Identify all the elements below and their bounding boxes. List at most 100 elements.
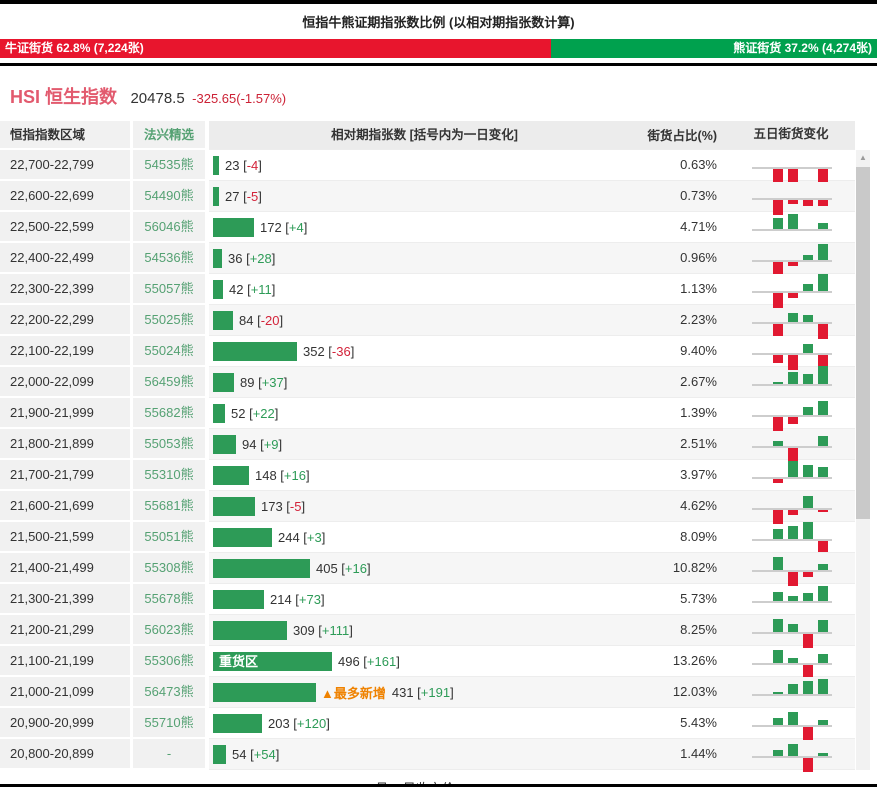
- five-day-bar: [788, 712, 798, 725]
- certificate-code-link[interactable]: 55306熊: [133, 646, 209, 677]
- certificate-code-link[interactable]: 55053熊: [133, 429, 209, 460]
- contracts-bar: [213, 465, 249, 485]
- one-day-change: +111: [321, 622, 350, 638]
- certificate-code-link[interactable]: 54536熊: [133, 243, 209, 274]
- five-day-bar: [788, 372, 798, 384]
- table-body: 22,700-22,799 54535熊 23 [-4] 0.63% 22,600-22…: [0, 150, 877, 772]
- five-day-chart-cell: [727, 460, 855, 491]
- certificate-code-link[interactable]: 55057熊: [133, 274, 209, 305]
- contracts-bar: [213, 682, 316, 702]
- five-day-bar: [803, 344, 813, 353]
- table-row: 21,900-21,999 55682熊 52 [+22] 1.39%: [0, 398, 877, 431]
- certificate-code-link[interactable]: 56459熊: [133, 367, 209, 398]
- certificate-code-link[interactable]: 55710熊: [133, 708, 209, 739]
- five-day-bar: [773, 692, 783, 694]
- one-day-change: +161: [366, 653, 397, 669]
- bear-ratio-segment: 熊证街货 37.2% (4,274张): [550, 39, 877, 58]
- five-day-bar: [818, 355, 828, 366]
- certificate-code-link[interactable]: 55051熊: [133, 522, 209, 553]
- contracts-value: 431 [+191]: [391, 684, 454, 700]
- five-day-bar: [788, 572, 798, 586]
- certificate-code-link[interactable]: 55024熊: [133, 336, 209, 367]
- certificate-code-link[interactable]: 56023熊: [133, 615, 209, 646]
- outstanding-pct-cell: 5.43%: [640, 708, 727, 739]
- certificate-code-link[interactable]: 54490熊: [133, 181, 209, 212]
- certificate-code-link[interactable]: 55681熊: [133, 491, 209, 522]
- certificate-code-link[interactable]: 56473熊: [133, 677, 209, 708]
- index-range-cell: 22,600-22,699: [0, 181, 133, 212]
- certificate-code-link[interactable]: 55678熊: [133, 584, 209, 615]
- outstanding-pct-cell: 13.26%: [640, 646, 727, 677]
- table-row: 21,000-21,099 56473熊 ▲最多新增 431 [+191] 12.03%: [0, 677, 877, 708]
- five-day-bar: [773, 355, 783, 363]
- index-range-cell: 21,300-21,399: [0, 584, 133, 615]
- relative-contracts-cell: 27 [-5]: [209, 181, 640, 212]
- contracts-value: 214 [+73]: [270, 591, 325, 607]
- contracts-bar: [213, 341, 297, 361]
- outstanding-pct-cell: 1.39%: [640, 398, 727, 429]
- five-day-bar: [818, 223, 828, 229]
- five-day-bar: [773, 169, 783, 182]
- certificate-code-link[interactable]: 55682熊: [133, 398, 209, 429]
- certificate-code-link[interactable]: 55025熊: [133, 305, 209, 336]
- contracts-bar: [213, 558, 310, 578]
- bull-ratio-label: 牛证街货 62.8% (7,224张): [5, 41, 144, 55]
- five-day-chart-cell: [727, 708, 855, 740]
- bull-bear-ratio-bar: 牛证街货 62.8% (7,224张) 熊证街货 37.2% (4,274张): [0, 39, 877, 58]
- one-day-change: -4: [246, 157, 259, 173]
- scrollbar-thumb[interactable]: [856, 167, 870, 519]
- outstanding-pct-cell: 10.82%: [640, 553, 727, 584]
- certificate-code-link[interactable]: 56046熊: [133, 212, 209, 243]
- contracts-value: 309 [+111]: [293, 622, 353, 638]
- index-range-cell: 21,400-21,499: [0, 553, 133, 584]
- relative-contracts-cell: 23 [-4]: [209, 150, 640, 181]
- relative-contracts-cell: 214 [+73]: [209, 584, 640, 615]
- five-day-bar: [788, 658, 798, 663]
- five-day-bar: [773, 382, 783, 384]
- five-day-chart-cell: [727, 181, 855, 215]
- contracts-value: 89 [+37]: [240, 374, 288, 390]
- five-day-bar: [818, 436, 828, 446]
- index-range-cell: 21,800-21,899: [0, 429, 133, 460]
- certificate-code-link[interactable]: 55308熊: [133, 553, 209, 584]
- relative-contracts-cell: 309 [+111]: [209, 615, 640, 646]
- five-day-bar: [803, 727, 813, 740]
- five-day-bar: [803, 758, 813, 772]
- table-row: 21,200-21,299 56023熊 309 [+111] 8.25%: [0, 615, 877, 648]
- table-row: 22,600-22,699 54490熊 27 [-5] 0.73%: [0, 181, 877, 215]
- certificate-code-link[interactable]: 54535熊: [133, 150, 209, 181]
- five-day-baseline: [752, 601, 832, 603]
- index-range-cell: 22,700-22,799: [0, 150, 133, 181]
- five-day-bar: [818, 169, 828, 182]
- five-day-chart-cell: [727, 615, 855, 648]
- five-day-bar: [788, 262, 798, 266]
- one-day-change: +16: [344, 560, 367, 576]
- five-day-baseline: [752, 663, 832, 665]
- contracts-bar: [213, 496, 255, 516]
- five-day-baseline: [752, 229, 832, 231]
- table-row: 20,800-20,899- 54 [+54] 1.44%: [0, 739, 877, 772]
- five-day-bar: [818, 720, 828, 725]
- header-five-day-change: 五日街货变化: [727, 121, 855, 150]
- page-title: 恒指牛熊证期指张数比例 (以相对期指张数计算): [302, 15, 575, 30]
- relative-contracts-cell: 重货区 496 [+161]: [209, 646, 640, 677]
- vertical-scrollbar[interactable]: ▲: [856, 150, 870, 770]
- five-day-bar: [773, 650, 783, 663]
- five-day-bar: [818, 510, 828, 512]
- contracts-value: 94 [+9]: [242, 436, 283, 452]
- five-day-bar: [803, 681, 813, 694]
- five-day-bar: [803, 572, 813, 577]
- five-day-chart-cell: [727, 429, 855, 463]
- contracts-value: 244 [+3]: [278, 529, 326, 545]
- five-day-chart-cell: [727, 646, 855, 677]
- scrollbar-up-arrow-icon[interactable]: ▲: [856, 150, 870, 166]
- outstanding-pct-cell: 8.09%: [640, 522, 727, 553]
- five-day-bar: [773, 557, 783, 570]
- relative-contracts-cell: 173 [-5]: [209, 491, 640, 522]
- certificate-code-link[interactable]: 55310熊: [133, 460, 209, 491]
- relative-contracts-cell: 172 [+4]: [209, 212, 640, 243]
- five-day-bar: [773, 218, 783, 229]
- five-day-chart-cell: [727, 243, 855, 274]
- contracts-value: 84 [-20]: [239, 312, 284, 328]
- one-day-change: +37: [261, 374, 284, 390]
